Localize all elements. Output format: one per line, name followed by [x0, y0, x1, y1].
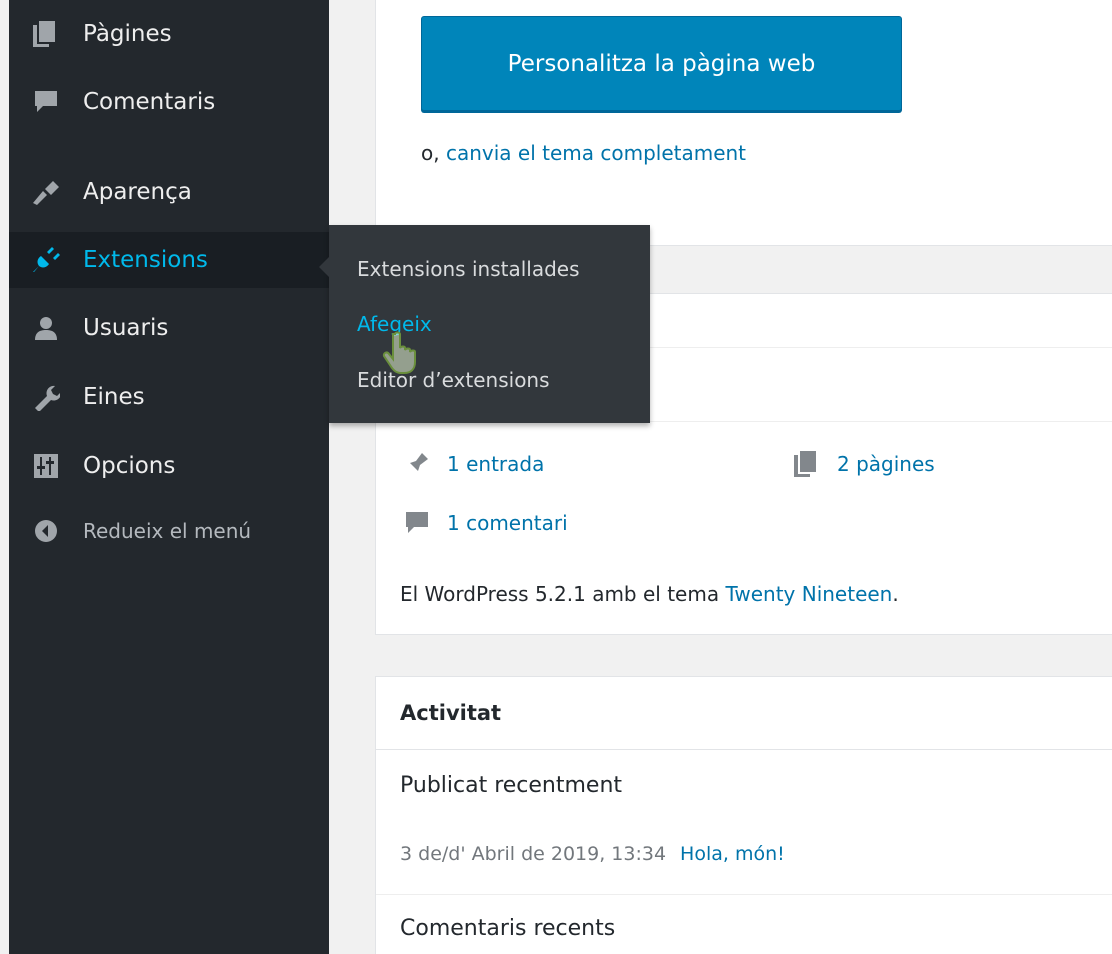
collapse-arrow-icon	[28, 516, 64, 546]
pages-icon	[792, 450, 822, 478]
comments-icon	[402, 509, 432, 537]
panel-header-divider	[376, 749, 1112, 750]
sidebar-item-comments[interactable]: Comentaris	[9, 74, 329, 130]
sidebar-item-users[interactable]: Usuaris	[9, 300, 329, 356]
pages-count-link[interactable]: 2 pàgines	[837, 452, 935, 476]
activity-divider	[376, 894, 1112, 895]
plugins-icon	[28, 245, 64, 275]
collapse-menu-label: Redueix el menú	[83, 519, 252, 543]
comments-count-link[interactable]: 1 comentari	[447, 511, 568, 535]
sidebar-item-label: Opcions	[83, 453, 176, 479]
pages-icon	[28, 19, 64, 49]
sidebar-item-label: Aparença	[83, 179, 192, 205]
submenu-installed-plugins[interactable]: Extensions installades	[357, 257, 580, 281]
sidebar-item-settings[interactable]: Opcions	[9, 438, 329, 494]
version-suffix: .	[892, 582, 899, 606]
wordpress-version-line: El WordPress 5.2.1 amb el tema Twenty Ni…	[400, 582, 899, 606]
sidebar-item-tools[interactable]: Eines	[9, 369, 329, 425]
recently-published-heading: Publicat recentment	[400, 773, 623, 798]
sidebar-item-plugins[interactable]: Extensions	[9, 232, 329, 288]
recent-post-row: 3 de/d' Abril de 2019, 13:34 Hola, món!	[400, 843, 785, 865]
settings-icon	[28, 451, 64, 481]
pin-icon	[402, 450, 432, 478]
activity-title: Activitat	[400, 701, 502, 725]
sidebar-item-label: Extensions	[83, 247, 208, 273]
recent-post-link[interactable]: Hola, món!	[680, 843, 785, 865]
sidebar-item-label: Usuaris	[83, 315, 169, 341]
theme-link[interactable]: Twenty Nineteen	[725, 582, 892, 606]
appearance-icon	[28, 177, 64, 207]
sidebar-item-label: Pàgines	[83, 21, 172, 47]
change-theme-line: o, canvia el tema completament	[421, 141, 746, 165]
sidebar-item-pages[interactable]: Pàgines	[9, 6, 329, 62]
customize-site-button[interactable]: Personalitza la pàgina web	[421, 16, 902, 111]
change-theme-prefix: o,	[421, 141, 440, 165]
posts-count-link[interactable]: 1 entrada	[447, 452, 544, 476]
version-text: El WordPress 5.2.1 amb el tema	[400, 582, 720, 606]
post-date: 3 de/d' Abril de 2019, 13:34	[400, 843, 667, 865]
sidebar-item-label: Eines	[83, 384, 145, 410]
collapse-menu-button[interactable]: Redueix el menú	[9, 503, 329, 559]
glance-posts[interactable]: 1 entrada	[402, 450, 544, 478]
sidebar-item-label: Comentaris	[83, 89, 216, 115]
submenu-arrow	[319, 257, 329, 277]
hand-pointer-cursor-icon	[382, 330, 426, 376]
admin-sidebar: Pàgines Comentaris Aparença Extensions U…	[0, 0, 329, 954]
extensions-submenu: Extensions installades Afegeix Editor d’…	[319, 225, 650, 423]
glance-comments[interactable]: 1 comentari	[402, 509, 568, 537]
sidebar-edge	[0, 0, 9, 954]
sidebar-item-appearance[interactable]: Aparença	[9, 164, 329, 220]
change-theme-link[interactable]: canvia el tema completament	[446, 141, 746, 165]
comments-icon	[28, 87, 64, 117]
glance-pages[interactable]: 2 pàgines	[792, 450, 935, 478]
recent-comments-heading: Comentaris recents	[400, 916, 616, 941]
users-icon	[28, 313, 64, 343]
tools-icon	[28, 382, 64, 412]
